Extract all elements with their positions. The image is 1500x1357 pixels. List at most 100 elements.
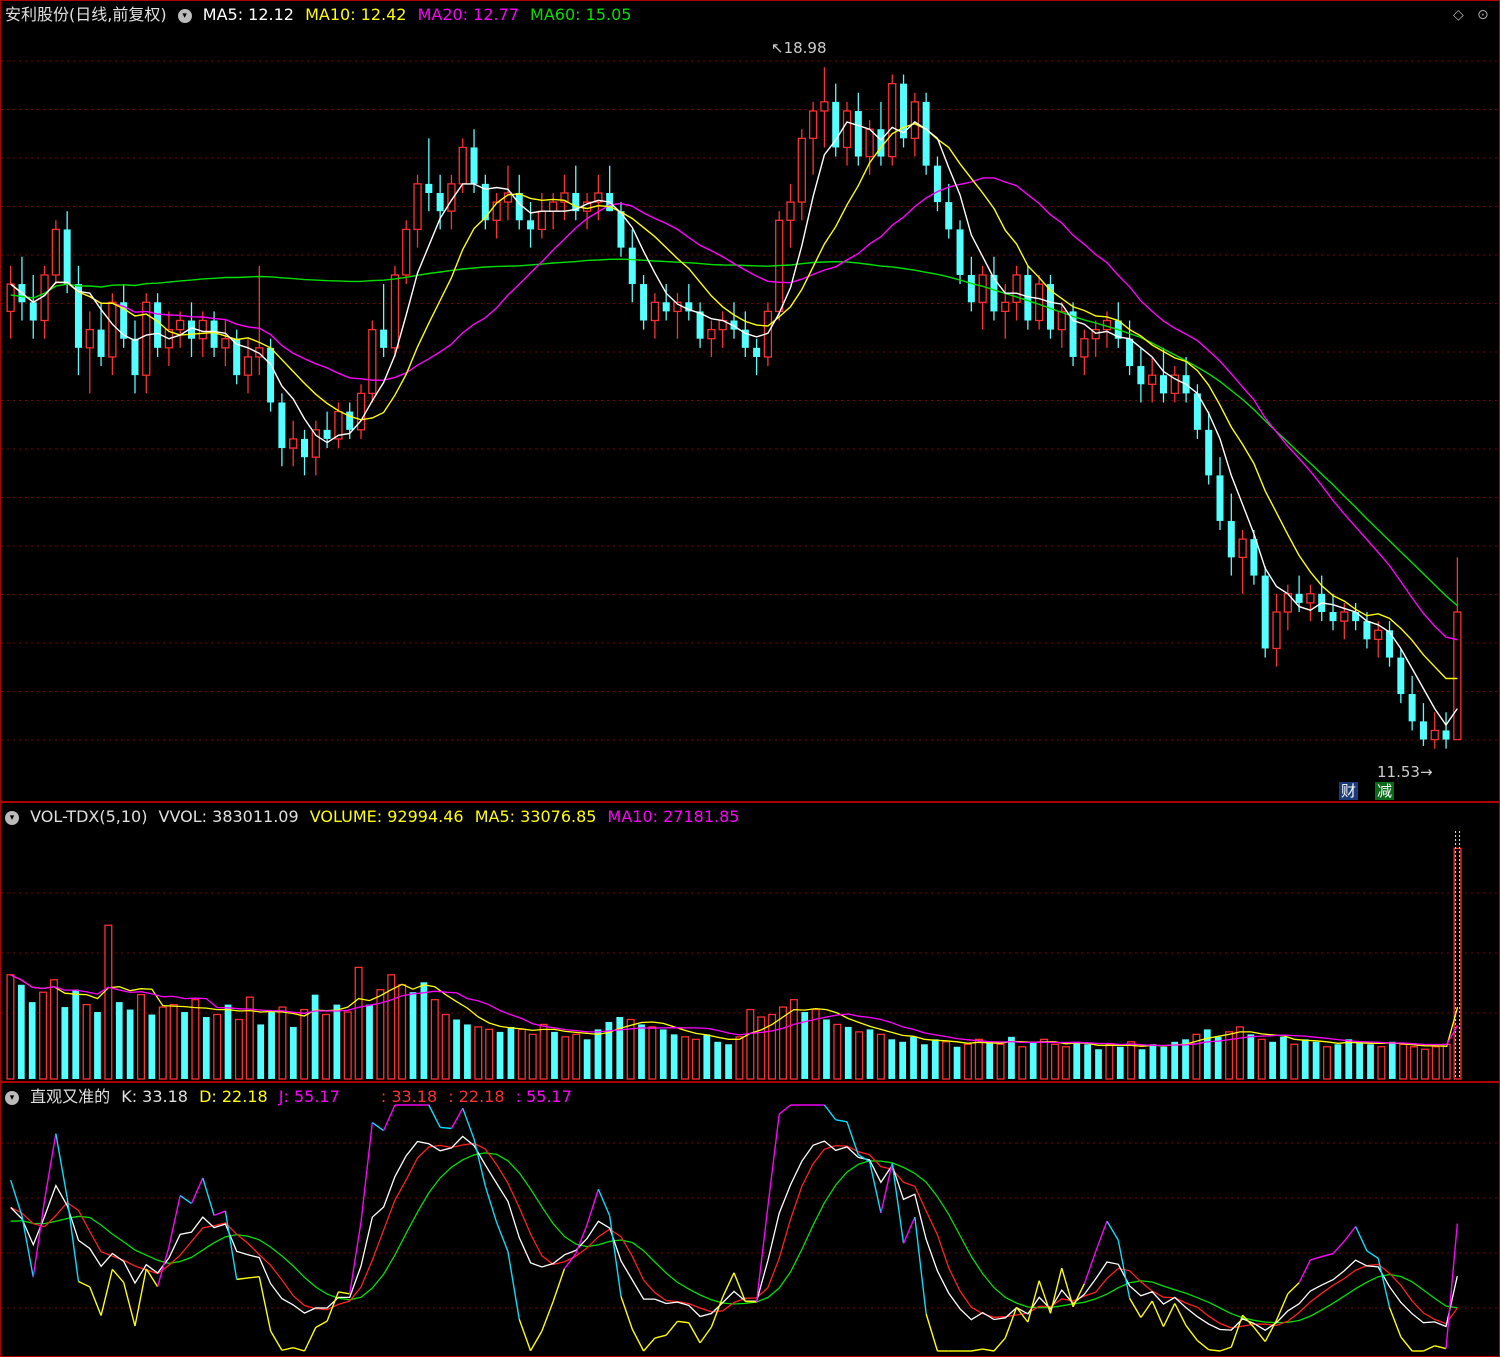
candle-body-down bbox=[1069, 311, 1077, 357]
settings-circle-icon[interactable]: ▾ bbox=[5, 1090, 19, 1105]
candle-body-down bbox=[1442, 730, 1450, 740]
candle-body-down bbox=[1419, 721, 1427, 740]
j-line-segment bbox=[1061, 1267, 1074, 1307]
settings-circle-icon[interactable]: ▾ bbox=[177, 8, 192, 23]
price-chart-pane[interactable]: 安利股份(日线,前复权) ▾ MA5: 12.12 MA10: 12.42 MA… bbox=[0, 0, 1500, 802]
j-line-segment bbox=[597, 1188, 611, 1217]
kdj-header: ▾ 直观又准的 K: 33.18 D: 22.18 J: 55.17 : 33.… bbox=[5, 1087, 578, 1107]
candle bbox=[1091, 320, 1100, 357]
candle bbox=[142, 293, 151, 394]
candle bbox=[786, 183, 795, 248]
candle-body-up bbox=[402, 228, 411, 276]
settings-circle-icon[interactable]: ▾ bbox=[5, 810, 19, 825]
j-line-segment bbox=[1140, 1300, 1153, 1318]
volume-bar-down bbox=[670, 1034, 678, 1079]
volume-bar-up bbox=[996, 1043, 1005, 1080]
candle-body-down bbox=[278, 402, 286, 449]
candle bbox=[696, 302, 704, 348]
indicator-chart-pane[interactable]: ▾ 直观又准的 K: 33.18 D: 22.18 J: 55.17 : 33.… bbox=[0, 1082, 1500, 1357]
candle bbox=[956, 220, 964, 285]
volume-bar-down bbox=[28, 1002, 36, 1079]
candlestick-chart[interactable] bbox=[1, 1, 1499, 801]
j-line-segment bbox=[586, 1189, 600, 1225]
candle-body-up bbox=[978, 274, 987, 303]
candle bbox=[1238, 530, 1247, 594]
volume-bar-chart[interactable] bbox=[1, 803, 1499, 1081]
j-line-segment bbox=[665, 1320, 679, 1336]
candle-body-down bbox=[323, 429, 331, 439]
volume-bar-down bbox=[714, 1041, 722, 1079]
volume-bar-down bbox=[1008, 1036, 1015, 1079]
candle-body-up bbox=[650, 301, 660, 322]
candle-body-down bbox=[967, 274, 975, 303]
volume-bar-up bbox=[561, 1036, 570, 1080]
candle-body-up bbox=[1148, 374, 1157, 385]
candle bbox=[481, 174, 489, 230]
diamond-icon[interactable]: ◇ bbox=[1453, 7, 1464, 23]
volume-bar-down bbox=[1138, 1049, 1146, 1079]
j-line-segment bbox=[1185, 1325, 1198, 1342]
kdj-line-chart[interactable] bbox=[1, 1083, 1499, 1356]
j-line-segment bbox=[835, 1119, 848, 1123]
candle-body-down bbox=[131, 338, 139, 376]
candle bbox=[730, 302, 738, 339]
j-line-segment bbox=[1321, 1252, 1334, 1258]
volume-bar-up bbox=[528, 1033, 537, 1080]
candle-body-down bbox=[696, 311, 704, 339]
candle bbox=[707, 320, 716, 357]
candle-body-down bbox=[1205, 429, 1213, 476]
j-line-segment bbox=[462, 1107, 475, 1140]
candle-body-up bbox=[221, 338, 230, 349]
volume-bar-up bbox=[1290, 1043, 1299, 1080]
volume-bar-down bbox=[910, 1036, 917, 1079]
candle-body-up bbox=[6, 283, 15, 313]
candle-body-down bbox=[1295, 593, 1303, 603]
j-line-segment bbox=[440, 1126, 452, 1130]
volume-bar-up bbox=[39, 991, 48, 1080]
candle bbox=[515, 174, 523, 230]
candle-body-down bbox=[753, 347, 761, 357]
j-line-segment bbox=[1128, 1297, 1142, 1318]
vol-indicator-title: VOL-TDX(5,10) bbox=[30, 807, 148, 826]
candle bbox=[402, 220, 411, 285]
j-line-segment bbox=[281, 1347, 294, 1351]
volume-bar-down bbox=[1269, 1041, 1276, 1079]
volume-chart-pane[interactable]: ▾ VOL-TDX(5,10) VVOL: 383011.09 VOLUME: … bbox=[0, 802, 1500, 1082]
volume-bar-down bbox=[1171, 1041, 1179, 1079]
candle-body-up bbox=[176, 319, 185, 331]
candle bbox=[29, 274, 37, 339]
candle-body-up bbox=[51, 228, 61, 276]
candle-body-down bbox=[628, 247, 636, 285]
volume-bar-down bbox=[725, 1044, 732, 1079]
candle-body-up bbox=[1306, 593, 1315, 604]
volume-bar-up bbox=[474, 1026, 483, 1080]
j-line-segment bbox=[1343, 1226, 1357, 1242]
candle bbox=[356, 384, 366, 439]
j-line-segment bbox=[100, 1269, 114, 1316]
candle bbox=[289, 420, 298, 467]
volume-bar-down bbox=[507, 1026, 515, 1079]
target-icon[interactable]: ⊙ bbox=[1477, 7, 1489, 23]
volume-bar-up bbox=[876, 1033, 885, 1080]
reduce-holding-badge[interactable]: 减 bbox=[1375, 782, 1395, 800]
volume-bar-down bbox=[1301, 1039, 1309, 1079]
candle-body-down bbox=[1250, 539, 1258, 576]
volume-bar-down bbox=[115, 1002, 123, 1079]
j-line-segment bbox=[66, 1197, 80, 1282]
j-line-segment bbox=[733, 1272, 746, 1302]
volume-bar-up bbox=[974, 1038, 983, 1080]
volume-bar-down bbox=[366, 1004, 373, 1079]
j-line-segment bbox=[202, 1177, 215, 1216]
candle bbox=[18, 256, 26, 321]
j-line-segment bbox=[428, 1104, 441, 1128]
candle bbox=[650, 293, 660, 339]
j-line-segment bbox=[360, 1122, 374, 1222]
j-line-segment bbox=[518, 1318, 532, 1351]
financial-badge[interactable]: 财 bbox=[1339, 782, 1359, 800]
candle bbox=[582, 192, 592, 230]
volume-bar-up bbox=[1442, 1043, 1451, 1080]
candle-body-down bbox=[933, 165, 941, 203]
volume-bar-down bbox=[496, 1031, 504, 1079]
candle-body-up bbox=[786, 201, 795, 221]
volume-bar-down bbox=[1388, 1041, 1396, 1079]
